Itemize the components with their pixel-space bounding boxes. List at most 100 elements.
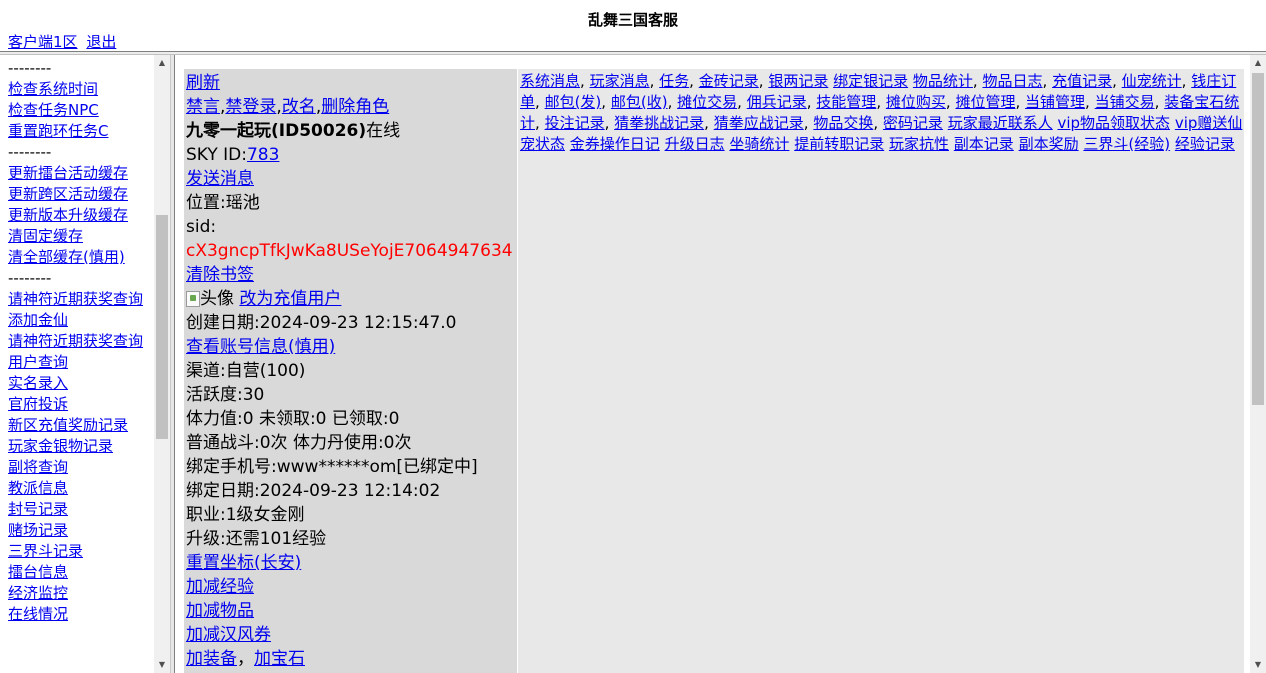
player-action-link[interactable]: 改名 [282, 97, 316, 117]
record-link[interactable]: 投注记录 [545, 114, 605, 132]
record-link[interactable]: 当铺管理 [1025, 93, 1085, 111]
sidebar-item-link[interactable]: 请神符近期获奖查询 [8, 332, 143, 350]
record-link[interactable]: 充值记录 [1052, 72, 1112, 90]
sidebar-item-link[interactable]: 官府投诉 [8, 395, 68, 413]
record-link[interactable]: 物品日志 [982, 72, 1042, 90]
add-equipment-link[interactable]: 加装备 [186, 649, 237, 669]
record-link[interactable]: 摊位购买 [886, 93, 946, 111]
sky-id-link[interactable]: 783 [247, 145, 279, 165]
bound-phone-info: 绑定手机号:www******om[已绑定中] [186, 457, 478, 477]
sidebar-item-link[interactable]: 检查系统时间 [8, 80, 98, 98]
record-link[interactable]: 三界斗(经验) [1083, 135, 1170, 153]
view-account-link[interactable]: 查看账号信息(慎用) [186, 337, 335, 357]
record-link[interactable]: 金砖记录 [699, 72, 759, 90]
record-link[interactable]: 摊位管理 [955, 93, 1015, 111]
scroll-down-arrow-icon[interactable]: ▼ [1250, 657, 1266, 673]
sidebar-item-link[interactable]: 赌场记录 [8, 521, 68, 539]
sidebar-row: 清固定缓存 [8, 226, 148, 247]
record-link[interactable]: 副本奖励 [1019, 135, 1079, 153]
sidebar-item-link[interactable]: 清全部缓存(慎用) [8, 248, 125, 266]
player-location: 位置:瑶池 [186, 193, 260, 213]
record-link[interactable]: 当铺交易 [1095, 93, 1155, 111]
adjust-items-link[interactable]: 加减物品 [186, 601, 254, 621]
record-link[interactable]: 副本记录 [954, 135, 1014, 153]
record-link[interactable]: 佣兵记录 [747, 93, 807, 111]
sidebar-row: -------- [8, 142, 148, 163]
player-action-link[interactable]: 删除角色 [321, 97, 389, 117]
reset-coords-link[interactable]: 重置坐标(长安) [186, 553, 301, 573]
record-link[interactable]: 玩家抗性 [889, 135, 949, 153]
clear-bookmark-link[interactable]: 清除书签 [186, 265, 254, 285]
refresh-link[interactable]: 刷新 [186, 73, 220, 93]
record-link[interactable]: 提前转职记录 [794, 135, 884, 153]
sidebar-item-link[interactable]: 请神符近期获奖查询 [8, 290, 143, 308]
record-link[interactable]: 银两记录 [768, 72, 828, 90]
logout-link[interactable]: 退出 [86, 33, 116, 51]
sidebar-item-link[interactable]: 清固定缓存 [8, 227, 83, 245]
record-separator: , [649, 72, 655, 90]
sidebar-item-link[interactable]: 新区充值奖励记录 [8, 416, 128, 434]
record-link[interactable]: 系统消息 [520, 72, 580, 90]
sidebar-item-link[interactable]: 更新版本升级缓存 [8, 206, 128, 224]
scrollbar-thumb[interactable] [156, 215, 168, 439]
scroll-down-arrow-icon[interactable]: ▼ [154, 657, 170, 673]
record-separator: , [873, 114, 879, 132]
record-link[interactable]: 玩家最近联系人 [948, 114, 1053, 132]
record-link[interactable]: 密码记录 [883, 114, 943, 132]
left-scrollbar[interactable]: ▲ ▼ [154, 55, 170, 673]
record-link[interactable]: vip物品领取状态 [1057, 114, 1170, 132]
sidebar-item-link[interactable]: 更新擂台活动缓存 [8, 164, 128, 182]
record-separator: , [704, 114, 709, 132]
battle-info: 普通战斗:0次 体力丹使用:0次 [186, 433, 412, 453]
scrollbar-thumb[interactable] [1252, 73, 1264, 405]
adjust-coupons-link[interactable]: 加减汉风券 [186, 625, 271, 645]
record-link[interactable]: 升级日志 [665, 135, 725, 153]
record-link[interactable]: 猜拳挑战记录 [614, 114, 704, 132]
sidebar-item-link[interactable]: 用户查询 [8, 353, 68, 371]
broken-image-icon [186, 291, 200, 307]
sidebar-item-link[interactable]: 副将查询 [8, 458, 68, 476]
record-separator: , [1042, 72, 1048, 90]
sidebar-item-link[interactable]: 检查任务NPC [8, 101, 99, 119]
record-link[interactable]: 邮包(收) [611, 93, 668, 111]
record-link[interactable]: 邮包(发) [545, 93, 602, 111]
add-gem-link[interactable]: 加宝石 [254, 649, 305, 669]
change-to-recharge-user-link[interactable]: 改为充值用户 [239, 289, 341, 309]
record-link[interactable]: 坐骑统计 [729, 135, 789, 153]
record-link[interactable]: 金券操作日记 [570, 135, 660, 153]
record-separator: , [601, 93, 607, 111]
sidebar-item-link[interactable]: 教派信息 [8, 479, 68, 497]
sidebar-item-link[interactable]: 三界斗记录 [8, 542, 83, 560]
sidebar-item-link[interactable]: 玩家金银物记录 [8, 437, 113, 455]
player-action-link[interactable]: 禁言 [186, 97, 220, 117]
record-link[interactable]: 摊位交易 [677, 93, 737, 111]
record-link[interactable]: 绑定银记录 [833, 72, 908, 90]
equip-separator: ， [237, 649, 254, 669]
top-links: 客户端1区 退出 [8, 31, 120, 52]
record-link[interactable]: 任务 [659, 72, 689, 90]
main-scrollbar[interactable]: ▲ ▼ [1250, 55, 1266, 673]
record-link[interactable]: 技能管理 [816, 93, 876, 111]
record-link[interactable]: 仙宠统计 [1122, 72, 1182, 90]
sidebar-item-link[interactable]: 在线情况 [8, 605, 68, 623]
sidebar-item-link[interactable]: 封号记录 [8, 500, 68, 518]
scroll-up-arrow-icon[interactable]: ▲ [1250, 55, 1266, 71]
scroll-up-arrow-icon[interactable]: ▲ [154, 55, 170, 71]
adjust-exp-link[interactable]: 加减经验 [186, 577, 254, 597]
sidebar-item-link[interactable]: 擂台信息 [8, 563, 68, 581]
record-link[interactable]: 经验记录 [1175, 135, 1235, 153]
record-link[interactable]: 玩家消息 [590, 72, 650, 90]
bound-date-info: 绑定日期:2024-09-23 12:14:02 [186, 481, 441, 501]
player-action-link[interactable]: 禁登录 [225, 97, 276, 117]
record-link[interactable]: 物品统计 [913, 72, 973, 90]
frame-divider[interactable] [170, 55, 175, 673]
sidebar-item-link[interactable]: 添加金仙 [8, 311, 68, 329]
sidebar-item-link[interactable]: 更新跨区活动缓存 [8, 185, 128, 203]
sidebar-item-link[interactable]: 经济监控 [8, 584, 68, 602]
record-link[interactable]: 物品交换 [813, 114, 873, 132]
send-message-link[interactable]: 发送消息 [186, 169, 254, 189]
sidebar-item-link[interactable]: 重置跑环任务C [8, 122, 108, 140]
server-link[interactable]: 客户端1区 [8, 33, 78, 51]
sidebar-item-link[interactable]: 实名录入 [8, 374, 68, 392]
record-link[interactable]: 猜拳应战记录 [714, 114, 804, 132]
